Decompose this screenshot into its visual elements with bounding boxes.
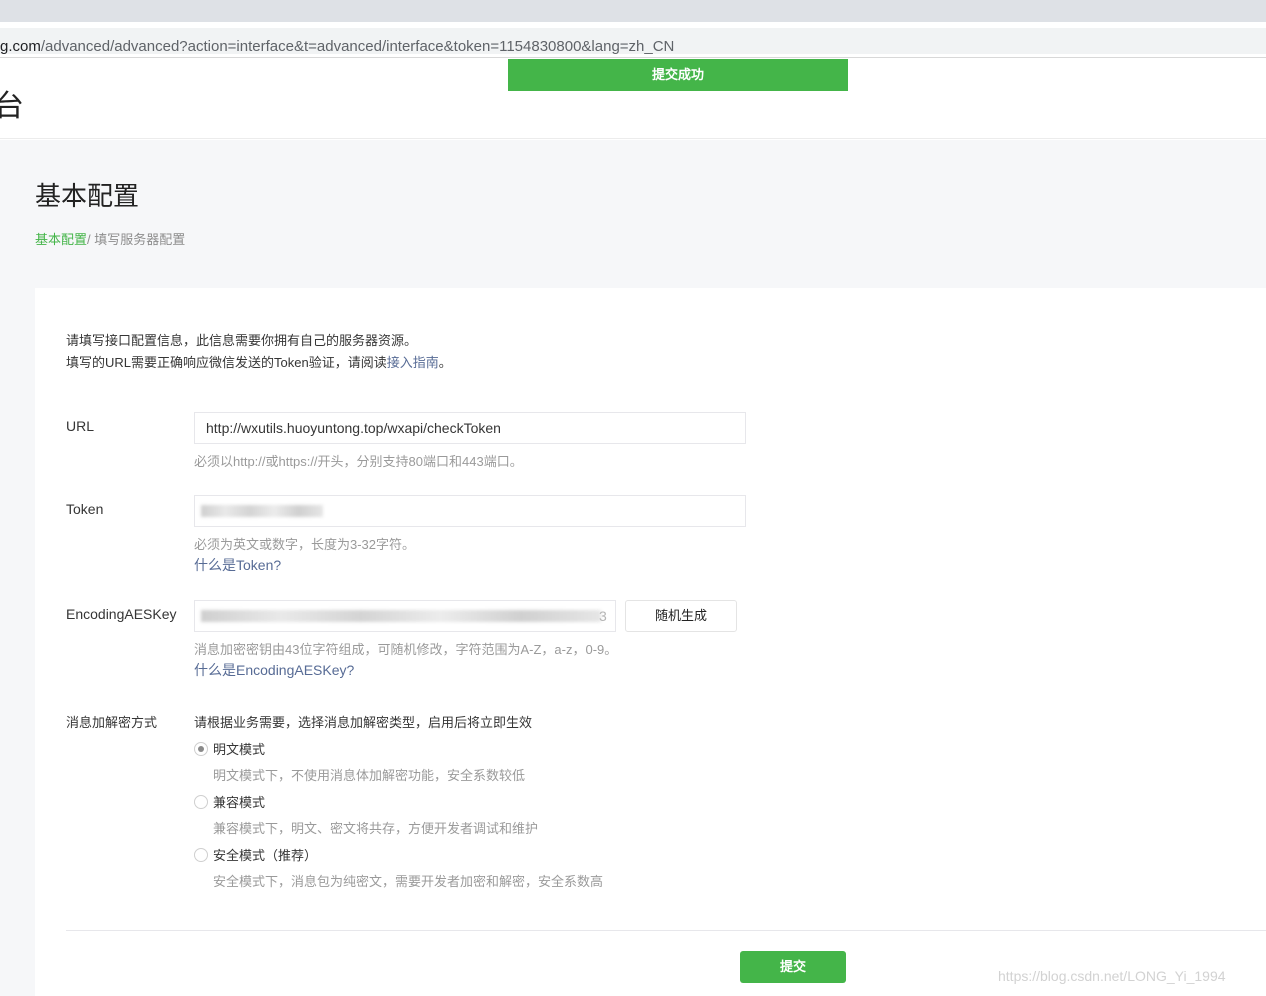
breadcrumb: 基本配置/ 填写服务器配置 <box>35 229 185 248</box>
radio-secure-label: 安全模式（推荐） <box>213 848 318 863</box>
encryption-label: 消息加解密方式 <box>66 715 158 730</box>
breadcrumb-link-basic-config[interactable]: 基本配置 <box>35 232 87 247</box>
radio-checked-icon[interactable] <box>194 741 208 756</box>
radio-unchecked-icon[interactable] <box>194 847 208 862</box>
address-url[interactable]: g.com/advanced/advanced?action=interface… <box>0 38 674 55</box>
token-redacted-value <box>201 505 323 517</box>
radio-plaintext-mode[interactable]: 明文模式 <box>194 739 265 758</box>
token-label: Token <box>66 501 104 517</box>
plaintext-mode-desc: 明文模式下，不使用消息体加解密功能，安全系数较低 <box>213 768 526 783</box>
url-host: g.com <box>0 38 41 55</box>
what-is-aeskey-link[interactable]: 什么是EncodingAESKey? <box>194 660 354 680</box>
blog-watermark: https://blog.csdn.net/LONG_Yi_1994 <box>998 968 1226 984</box>
aeskey-label: EncodingAESKey <box>66 606 177 622</box>
radio-plaintext-label: 明文模式 <box>213 742 266 757</box>
intro-line-2: 填写的URL需要正确响应微信发送的Token验证，请阅读接入指南。 <box>66 352 452 374</box>
page-title: 基本配置 <box>35 181 140 211</box>
encryption-description: 请根据业务需要，选择消息加解密类型，启用后将立即生效 <box>194 715 533 730</box>
radio-unchecked-icon[interactable] <box>194 794 208 809</box>
what-is-token-link[interactable]: 什么是Token? <box>194 555 281 575</box>
submit-button[interactable]: 提交 <box>740 951 846 983</box>
radio-compatible-mode[interactable]: 兼容模式 <box>194 792 265 811</box>
aeskey-input[interactable]: 3 <box>194 600 616 632</box>
token-input[interactable] <box>194 495 746 527</box>
browser-tab-strip <box>0 0 1266 22</box>
intro-line-2-suffix: 。 <box>438 355 452 370</box>
aeskey-visible-tail: 3 <box>599 608 607 624</box>
breadcrumb-current: 填写服务器配置 <box>90 232 186 247</box>
aeskey-hint: 消息加密密钥由43位字符组成，可随机修改，字符范围为A-Z，a-z，0-9。 <box>194 642 618 657</box>
form-divider <box>66 930 1266 931</box>
intro-text: 请填写接口配置信息，此信息需要你拥有自己的服务器资源。 填写的URL需要正确响应… <box>66 330 452 374</box>
site-logo-fragment[interactable]: 台 <box>0 81 24 125</box>
secure-mode-desc: 安全模式下，消息包为纯密文，需要开发者加密和解密，安全系数高 <box>213 874 604 889</box>
generate-key-button[interactable]: 随机生成 <box>625 600 737 632</box>
aeskey-redacted-value <box>201 610 601 622</box>
access-guide-link[interactable]: 接入指南 <box>387 355 439 370</box>
intro-line-1: 请填写接口配置信息，此信息需要你拥有自己的服务器资源。 <box>66 333 418 348</box>
compatible-mode-desc: 兼容模式下，明文、密文将共存，方便开发者调试和维护 <box>213 821 539 836</box>
url-label: URL <box>66 418 95 434</box>
browser-address-bar[interactable]: g.com/advanced/advanced?action=interface… <box>0 22 1266 58</box>
token-hint: 必须为英文或数字，长度为3-32字符。 <box>194 537 416 552</box>
success-toast: 提交成功 <box>508 59 848 91</box>
intro-line-2-prefix: 填写的URL需要正确响应微信发送的Token验证，请阅读 <box>66 355 387 370</box>
url-hint: 必须以http://或https://开头，分别支持80端口和443端口。 <box>194 454 523 469</box>
radio-secure-mode[interactable]: 安全模式（推荐） <box>194 845 317 864</box>
url-input[interactable]: http://wxutils.huoyuntong.top/wxapi/chec… <box>194 412 746 444</box>
address-field[interactable]: g.com/advanced/advanced?action=interface… <box>0 28 1266 55</box>
radio-compatible-label: 兼容模式 <box>213 795 266 810</box>
url-path: /advanced/advanced?action=interface&t=ad… <box>40 38 675 55</box>
